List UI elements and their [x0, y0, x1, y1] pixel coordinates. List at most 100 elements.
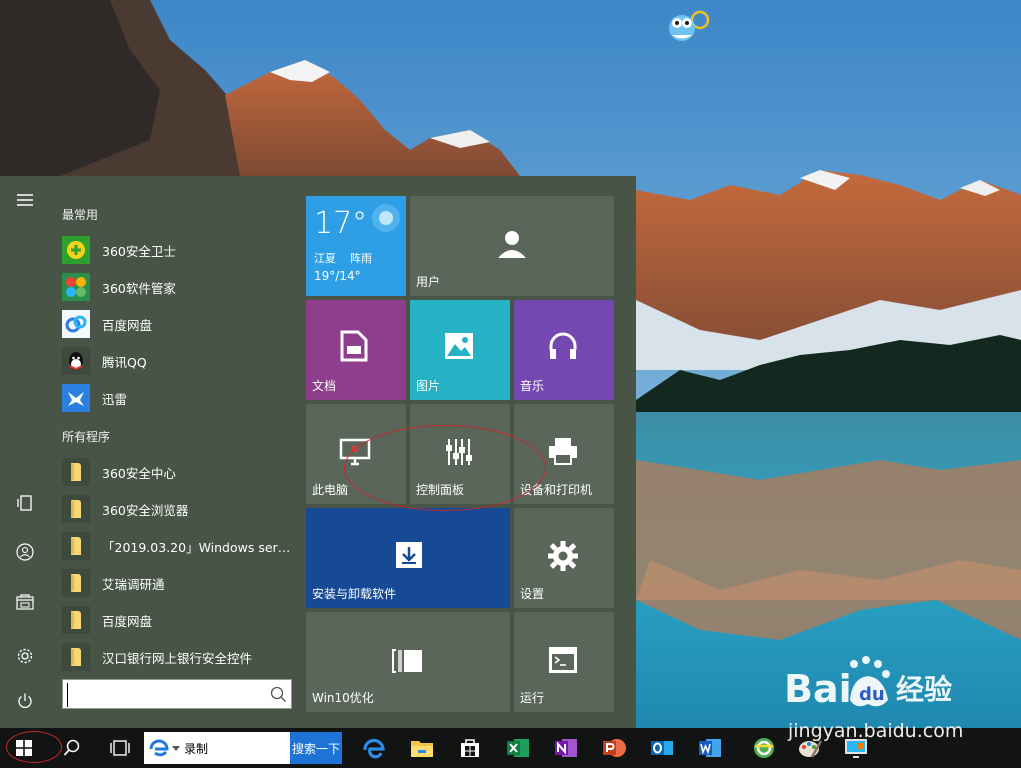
app-item-360-security-center[interactable]: 360安全中心: [62, 455, 294, 489]
word-icon: [699, 739, 721, 757]
printer-icon: [549, 438, 577, 465]
tile-label: 运行: [520, 691, 545, 705]
weather-range: 19°/14°: [314, 269, 361, 283]
tile-run[interactable]: 运行: [514, 612, 614, 712]
start-search-box[interactable]: [62, 679, 292, 709]
user-account-button[interactable]: [6, 535, 44, 569]
tile-win10-optimize[interactable]: Win10优化: [306, 612, 510, 712]
app-item-baidu-netdisk-folder[interactable]: 百度网盘: [62, 603, 294, 637]
tile-pictures[interactable]: 图片: [410, 300, 510, 400]
tile-settings[interactable]: 设置: [514, 508, 614, 608]
remote-desktop-icon: [845, 739, 867, 758]
app-label: 360软件管家: [102, 280, 176, 296]
file-explorer-rail-button[interactable]: [6, 585, 44, 619]
onenote-icon: [555, 739, 577, 757]
edge-icon: [363, 738, 385, 759]
folder-icon: [62, 643, 90, 671]
all-programs-section-title: 所有程序: [62, 430, 111, 444]
app-item-thunder[interactable]: 迅雷: [62, 381, 294, 415]
frequent-section-title: 最常用: [62, 208, 99, 222]
start-button[interactable]: [0, 728, 48, 768]
app-label: 汉口银行网上银行安全控件: [102, 650, 253, 666]
app-item-360-software-manager[interactable]: 360软件管家: [62, 270, 294, 304]
file-explorer-icon: [16, 594, 34, 610]
excel-icon: [507, 739, 529, 757]
user-avatar-icon: [16, 543, 34, 561]
taskbar-360-browser[interactable]: [742, 728, 786, 768]
app-label: 360安全中心: [102, 465, 176, 481]
tile-user[interactable]: 用户: [410, 196, 614, 296]
task-view-button[interactable]: [96, 728, 144, 768]
app-item-tencent-qq[interactable]: 腾讯QQ: [62, 344, 294, 378]
tile-label: 此电脑: [312, 483, 349, 497]
qq-penguin-icon: [62, 347, 90, 375]
ie-icon: [149, 739, 169, 757]
app-label: 百度网盘: [102, 317, 153, 333]
app-item-baidu-netdisk[interactable]: 百度网盘: [62, 307, 294, 341]
app-list: 最常用 360安全卫士 360软件管家 百度网盘 腾讯QQ 迅雷 所有程序 36…: [50, 176, 300, 728]
tile-label: 安装与卸载软件: [312, 587, 397, 601]
thunder-icon: [62, 384, 90, 412]
app-item-windows-server[interactable]: 「2019.03.20」Windows server...: [62, 529, 294, 563]
search-icon[interactable]: [269, 685, 287, 703]
taskbar-word[interactable]: [688, 728, 732, 768]
task-view-rail-button[interactable]: [6, 486, 44, 520]
headphones-icon: [549, 332, 577, 359]
document-icon: [340, 330, 368, 362]
search-icon: [63, 739, 80, 756]
taskbar-file-explorer[interactable]: [400, 728, 444, 768]
taskbar-outlook[interactable]: [640, 728, 684, 768]
tile-label: 控制面板: [416, 483, 465, 497]
folder-icon: [62, 569, 90, 597]
start-left-rail: [0, 176, 50, 728]
tile-label: 图片: [416, 379, 441, 393]
tile-music[interactable]: 音乐: [514, 300, 614, 400]
360-safe-icon: [62, 236, 90, 264]
folder-icon: [62, 532, 90, 560]
tile-this-pc[interactable]: 此电脑: [306, 404, 406, 504]
computer-icon: [339, 438, 371, 466]
app-item-hankou-bank[interactable]: 汉口银行网上银行安全控件: [62, 640, 294, 674]
sliders-icon: [446, 439, 472, 465]
ie-address-box[interactable]: 录制: [144, 732, 290, 764]
picture-icon: [445, 333, 473, 359]
power-icon: [18, 693, 32, 708]
tile-weather[interactable]: 17° 江夏 阵雨 19°/14°: [306, 196, 406, 296]
run-console-icon: [549, 647, 577, 673]
taskbar-powerpoint[interactable]: [592, 728, 636, 768]
weather-condition: 阵雨: [350, 252, 372, 265]
taskbar-remote-desktop[interactable]: [834, 728, 878, 768]
dropdown-arrow-icon[interactable]: [172, 744, 180, 752]
360-software-manager-icon: [62, 273, 90, 301]
folder-icon: [62, 606, 90, 634]
tile-install-uninstall[interactable]: 安装与卸载软件: [306, 508, 510, 608]
baidu-search-button[interactable]: 搜索一下: [290, 732, 342, 764]
tile-label: 文档: [312, 379, 337, 393]
tile-label: 设备和打印机: [520, 483, 593, 497]
app-item-iresearch[interactable]: 艾瑞调研通: [62, 566, 294, 600]
file-explorer-icon: [411, 741, 433, 757]
taskbar-onenote[interactable]: [544, 728, 588, 768]
taskbar-store[interactable]: [448, 728, 492, 768]
360-browser-icon: [754, 738, 774, 758]
settings-rail-button[interactable]: [6, 639, 44, 673]
ie-address-text: 录制: [184, 741, 209, 756]
tile-control-panel[interactable]: 控制面板: [410, 404, 510, 504]
power-button[interactable]: [6, 684, 44, 718]
taskbar-excel[interactable]: [496, 728, 540, 768]
taskbar-search-button[interactable]: [48, 728, 96, 768]
folder-icon: [62, 458, 90, 486]
hamburger-menu-button[interactable]: [6, 183, 44, 217]
taskbar-edge[interactable]: [352, 728, 396, 768]
taskbar-paint[interactable]: [788, 728, 832, 768]
tile-documents[interactable]: 文档: [306, 300, 406, 400]
tile-devices-printers[interactable]: 设备和打印机: [514, 404, 614, 504]
start-search-input[interactable]: [67, 683, 267, 707]
store-icon: [461, 739, 479, 757]
tablet-mode-icon: [17, 495, 32, 511]
app-label: 360安全卫士: [102, 243, 176, 259]
app-item-360-browser[interactable]: 360安全浏览器: [62, 492, 294, 526]
app-item-360-safe[interactable]: 360安全卫士: [62, 233, 294, 267]
outlook-icon: [651, 741, 673, 755]
tile-label: Win10优化: [312, 691, 374, 705]
